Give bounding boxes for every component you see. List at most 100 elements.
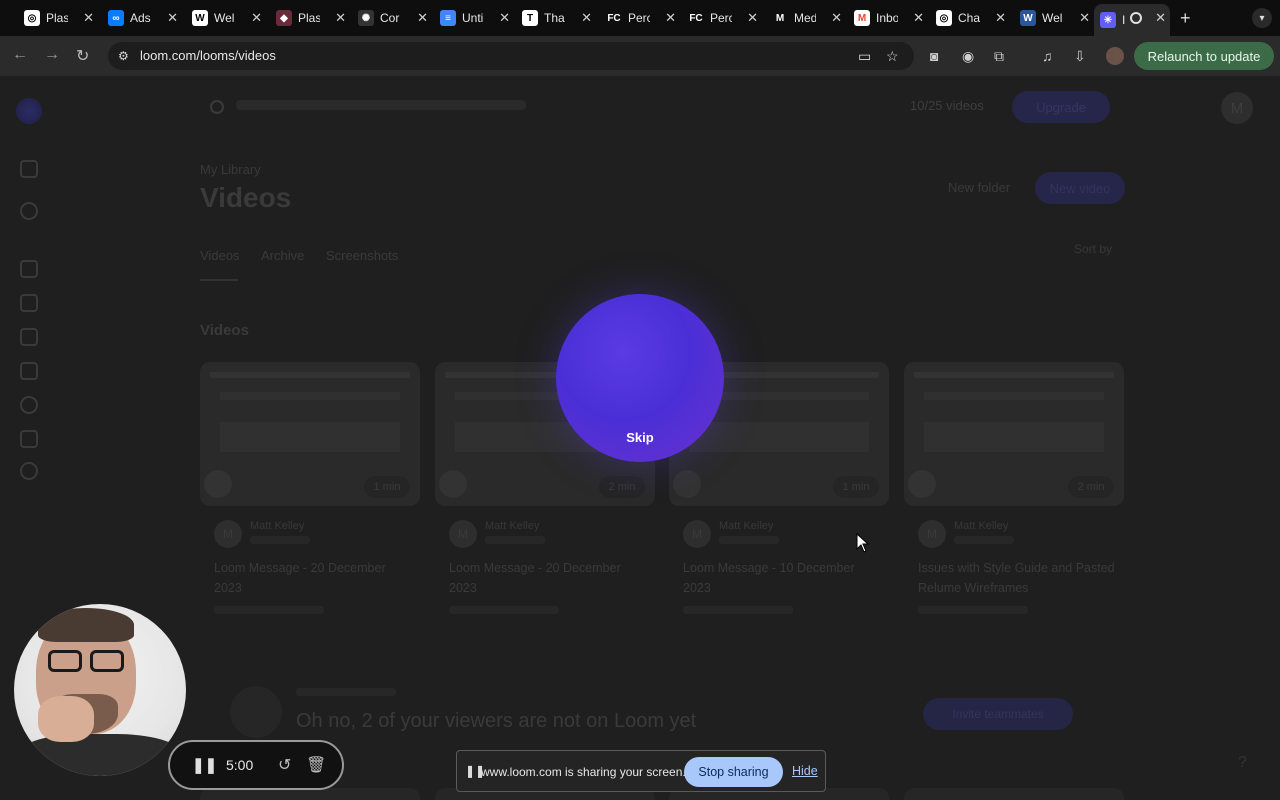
video-thumbnail[interactable]: 2 min <box>904 362 1124 506</box>
stop-sharing-button[interactable]: Stop sharing <box>684 757 783 787</box>
tab-1[interactable]: ◎ Plas ✕ <box>18 4 98 32</box>
upgrade-button[interactable]: Upgrade <box>1012 91 1110 123</box>
close-tab-icon[interactable]: ✕ <box>665 10 676 26</box>
video-title[interactable]: Issues with Style Guide and Pasted Relum… <box>918 558 1118 598</box>
tab-title: Ads <box>130 11 151 25</box>
close-tab-icon[interactable]: ✕ <box>251 10 262 26</box>
close-tab-icon[interactable]: ✕ <box>417 10 428 26</box>
tab-2[interactable]: ∞ Ads ✕ <box>102 4 182 32</box>
address-bar[interactable]: ⚙ loom.com/looms/videos ▭ ☆ <box>108 42 914 70</box>
tab-title: Med <box>794 11 816 25</box>
sidebar-workspace-icon[interactable] <box>20 160 38 178</box>
forward-icon[interactable]: → <box>44 46 60 64</box>
tab-3[interactable]: W Wel ✕ <box>186 4 266 32</box>
tab-13[interactable]: W Wel ✕ <box>1014 4 1094 32</box>
video-thumbnail[interactable]: 1 min <box>200 362 420 506</box>
new-folder-button[interactable]: New folder <box>948 180 1010 195</box>
sidebar-people-icon[interactable] <box>20 202 38 220</box>
screenshot-extension-icon[interactable]: ◙ <box>930 48 938 64</box>
video-title[interactable]: Loom Message - 20 December 2023 <box>449 558 649 598</box>
tab-title: Wel <box>214 11 235 25</box>
pause-icon[interactable]: ❚❚ <box>192 756 217 774</box>
duration-badge: 1 min <box>833 476 879 498</box>
restart-icon[interactable]: ↺ <box>278 755 291 775</box>
new-video-button[interactable]: New video <box>1035 172 1125 204</box>
extensions-puzzle-icon[interactable]: ⧉ <box>994 48 1004 65</box>
sidebar-home-icon[interactable] <box>20 260 38 278</box>
profile-avatar[interactable] <box>1106 47 1124 65</box>
fc-icon: FC <box>688 10 704 26</box>
video-stats <box>683 606 793 614</box>
trash-icon[interactable]: 🗑 <box>306 755 326 775</box>
camera-bubble[interactable] <box>14 604 186 776</box>
relaunch-to-update-button[interactable]: Relaunch to update <box>1134 42 1274 70</box>
video-card[interactable]: 1 min M Matt Kelley Loom Message - 20 De… <box>200 362 420 622</box>
close-tab-icon[interactable]: ✕ <box>913 10 924 26</box>
hide-link[interactable]: Hide <box>792 764 818 778</box>
video-title[interactable]: Loom Message - 10 December 2023 <box>683 558 883 598</box>
tab-screenshots[interactable]: Screenshots <box>326 248 398 263</box>
camera-in-use-icon[interactable]: ▭ <box>858 48 871 65</box>
media-controls-icon[interactable]: ♫ <box>1042 48 1053 64</box>
search-bar[interactable] <box>210 98 530 118</box>
close-tab-icon[interactable]: ✕ <box>831 10 842 26</box>
sort-dropdown[interactable]: Sort by <box>1074 242 1112 256</box>
close-tab-icon[interactable]: ✕ <box>167 10 178 26</box>
close-tab-icon[interactable]: ✕ <box>335 10 346 26</box>
skip-button[interactable]: Skip <box>556 430 724 445</box>
video-thumbnail-partial[interactable] <box>904 788 1124 800</box>
close-tab-icon[interactable]: ✕ <box>1079 10 1090 26</box>
tab-11[interactable]: M Inbo ✕ <box>848 4 928 32</box>
site-settings-icon[interactable]: ⚙ <box>118 49 132 63</box>
tab-4[interactable]: ◆ Plas ✕ <box>270 4 350 32</box>
help-icon[interactable]: ? <box>1238 754 1247 772</box>
back-icon[interactable]: ← <box>12 46 28 64</box>
tab-videos[interactable]: Videos <box>200 248 240 263</box>
fc-icon: FC <box>606 10 622 26</box>
close-tab-icon[interactable]: ✕ <box>83 10 94 26</box>
video-title[interactable]: Loom Message - 20 December 2023 <box>214 558 414 598</box>
tab-5[interactable]: ✺ Cor ✕ <box>352 4 432 32</box>
camera-thumbnail <box>908 470 936 498</box>
close-tab-icon[interactable]: ✕ <box>995 10 1006 26</box>
sidebar-history-icon[interactable] <box>20 396 38 414</box>
tab-7[interactable]: T Tha ✕ <box>516 4 596 32</box>
author-meta <box>485 536 545 544</box>
tab-archive[interactable]: Archive <box>261 248 304 263</box>
recording-countdown[interactable]: Skip <box>556 294 724 462</box>
sidebar-notifications-icon[interactable] <box>20 328 38 346</box>
tab-search-icon[interactable]: ▾ <box>1252 8 1272 28</box>
user-avatar[interactable]: M <box>1221 92 1253 124</box>
extension-icon[interactable]: ◉ <box>962 48 974 65</box>
author-meta <box>954 536 1014 544</box>
close-tab-icon[interactable]: ✕ <box>747 10 758 26</box>
medium-icon: M <box>772 10 788 26</box>
loom-logo[interactable] <box>16 98 42 124</box>
close-tab-icon[interactable]: ✕ <box>1155 10 1166 26</box>
sidebar-gift-icon[interactable] <box>20 430 38 448</box>
tab-8[interactable]: FC Perc ✕ <box>600 4 680 32</box>
invite-teammates-button[interactable]: Invite teammates <box>923 698 1073 730</box>
sidebar-library-icon[interactable] <box>20 294 38 312</box>
bookmark-star-icon[interactable]: ☆ <box>886 48 899 65</box>
close-tab-icon[interactable]: ✕ <box>581 10 592 26</box>
sidebar-bookmark-icon[interactable] <box>20 362 38 380</box>
avatar: M <box>214 520 242 548</box>
tab-14-active[interactable]: ✳ I ✕ <box>1094 4 1170 36</box>
tab-10[interactable]: M Med ✕ <box>766 4 846 32</box>
videos-count[interactable]: 10/25 videos <box>910 98 984 113</box>
close-tab-icon[interactable]: ✕ <box>499 10 510 26</box>
downloads-icon[interactable]: ⇩ <box>1074 48 1086 65</box>
video-card[interactable]: 2 min M Matt Kelley Issues with Style Gu… <box>904 362 1124 622</box>
breadcrumb[interactable]: My Library <box>200 162 261 177</box>
tab-title: Perc <box>628 11 650 25</box>
author-name: Matt Kelley <box>485 520 540 532</box>
invite-subtitle <box>296 688 396 696</box>
tab-6[interactable]: ≡ Unti ✕ <box>434 4 514 32</box>
tab-title: Unti <box>462 11 484 25</box>
sidebar-settings-icon[interactable] <box>20 462 38 480</box>
reload-icon[interactable]: ↻ <box>76 46 89 66</box>
new-tab-icon[interactable]: + <box>1180 8 1191 29</box>
tab-12[interactable]: ◎ Cha ✕ <box>930 4 1010 32</box>
tab-9[interactable]: FC Perc ✕ <box>682 4 762 32</box>
